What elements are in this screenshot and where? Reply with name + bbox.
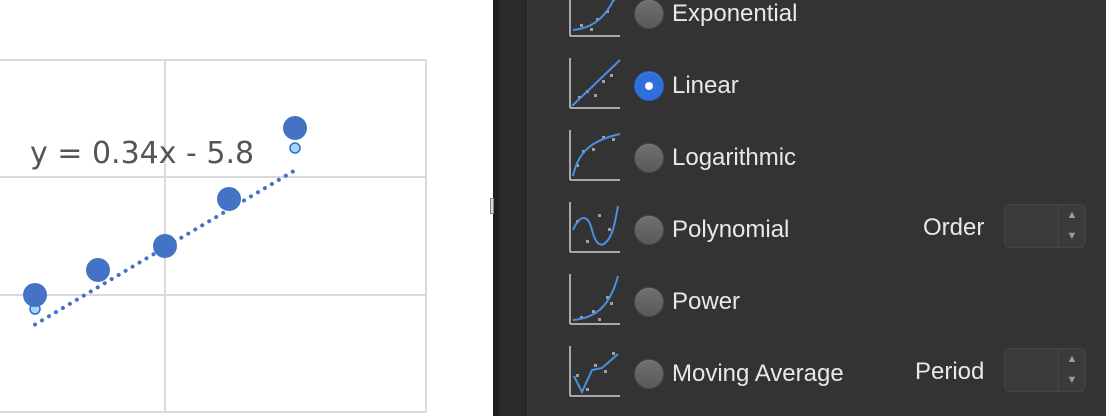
data-point[interactable] [283,116,307,140]
order-stepper-arrows[interactable]: ▲ ▼ [1058,205,1085,247]
trendline-option-moving-average[interactable]: Moving Average Period ▲ ▼ [526,340,1106,412]
splitter-handle[interactable] [490,198,494,214]
data-point[interactable] [153,234,177,258]
period-stepper[interactable]: ▲ ▼ [1004,348,1086,392]
data-point[interactable] [86,258,110,282]
format-trendline-panel: Exponential Linear Logarithmic Polynomia… [526,0,1106,416]
exponential-radio[interactable] [634,0,664,29]
scatter-chart[interactable]: y = 0.34x - 5.8 [0,0,493,416]
exponential-trend-icon [569,0,620,37]
logarithmic-trend-icon [569,130,621,181]
trendline-option-logarithmic[interactable]: Logarithmic [526,124,1106,196]
trendline-equation-label[interactable]: y = 0.34x - 5.8 [30,136,254,171]
chart-gridlines [0,59,427,413]
polynomial-label: Polynomial [672,216,790,243]
logarithmic-radio[interactable] [634,143,664,173]
trendline-handle[interactable] [289,142,301,154]
trendline-option-exponential[interactable]: Exponential [526,0,1106,52]
moving-average-radio[interactable] [634,359,664,389]
period-label: Period [915,358,985,385]
logarithmic-label: Logarithmic [672,144,797,171]
polynomial-radio[interactable] [634,215,664,245]
trendline-option-power[interactable]: Power [526,268,1106,340]
chart-area[interactable]: y = 0.34x - 5.8 [0,0,493,416]
period-input[interactable] [1005,349,1059,391]
stepper-down-icon[interactable]: ▼ [1059,226,1085,247]
trendline-option-linear[interactable]: Linear [526,52,1106,124]
data-point[interactable] [217,187,241,211]
power-trend-icon [569,274,620,325]
power-radio[interactable] [634,287,664,317]
moving-average-label: Moving Average [672,360,844,387]
polynomial-trend-icon [569,202,620,253]
linear-trend-icon [569,58,621,109]
trendline-option-polynomial[interactable]: Polynomial Order ▲ ▼ [526,196,1106,268]
order-stepper[interactable]: ▲ ▼ [1004,204,1086,248]
stepper-down-icon[interactable]: ▼ [1059,370,1085,391]
exponential-label: Exponential [672,0,798,27]
linear-radio[interactable] [634,71,664,101]
data-point[interactable] [23,283,47,307]
moving-average-trend-icon [569,346,620,397]
power-label: Power [672,288,741,315]
panel-scroll-gutter [499,0,526,416]
order-label: Order [923,214,985,241]
period-stepper-arrows[interactable]: ▲ ▼ [1058,349,1085,391]
linear-label: Linear [672,72,739,99]
stepper-up-icon[interactable]: ▲ [1059,205,1085,226]
order-input[interactable] [1005,205,1059,247]
stepper-up-icon[interactable]: ▲ [1059,349,1085,370]
